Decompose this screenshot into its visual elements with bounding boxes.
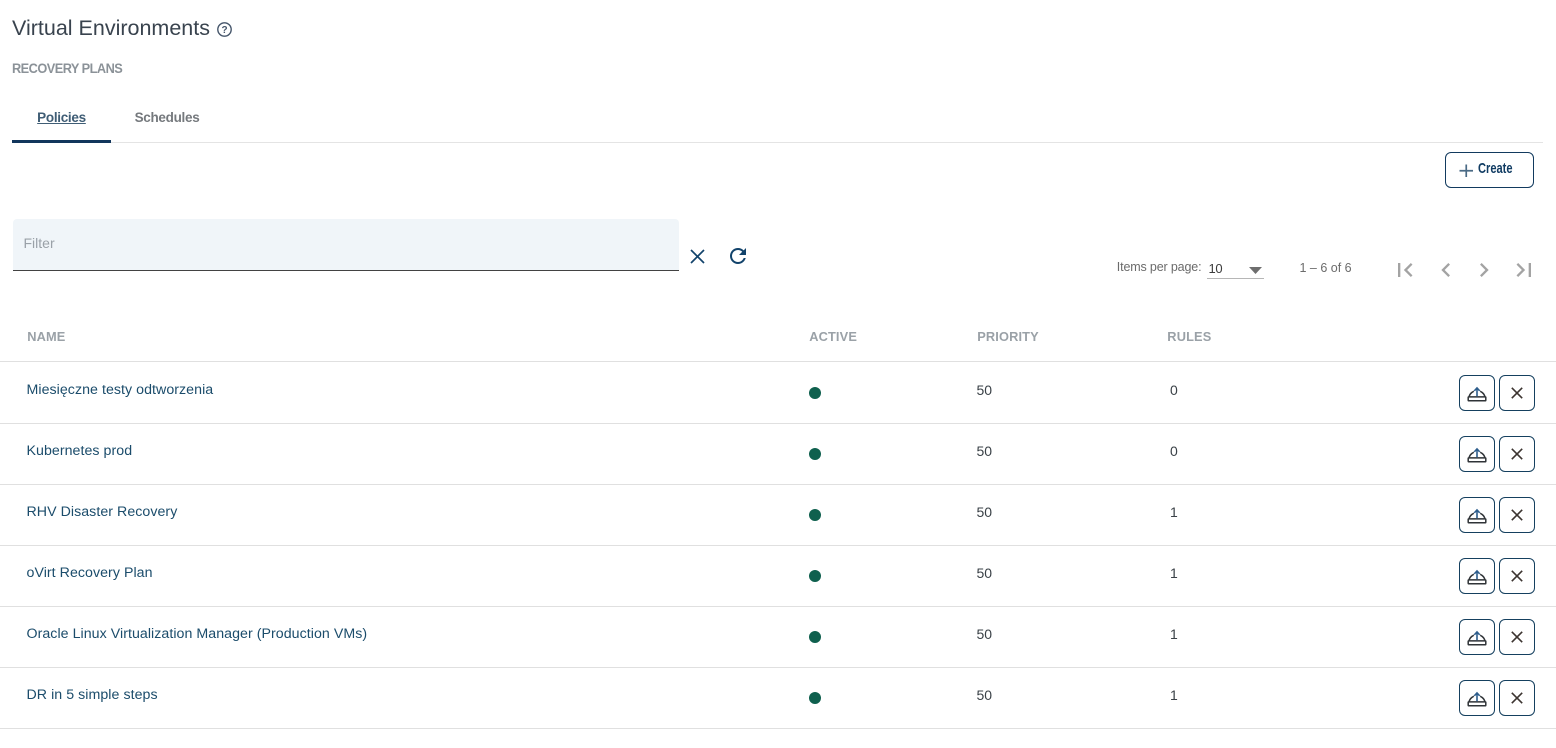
svg-text:?: ? [221, 25, 227, 36]
